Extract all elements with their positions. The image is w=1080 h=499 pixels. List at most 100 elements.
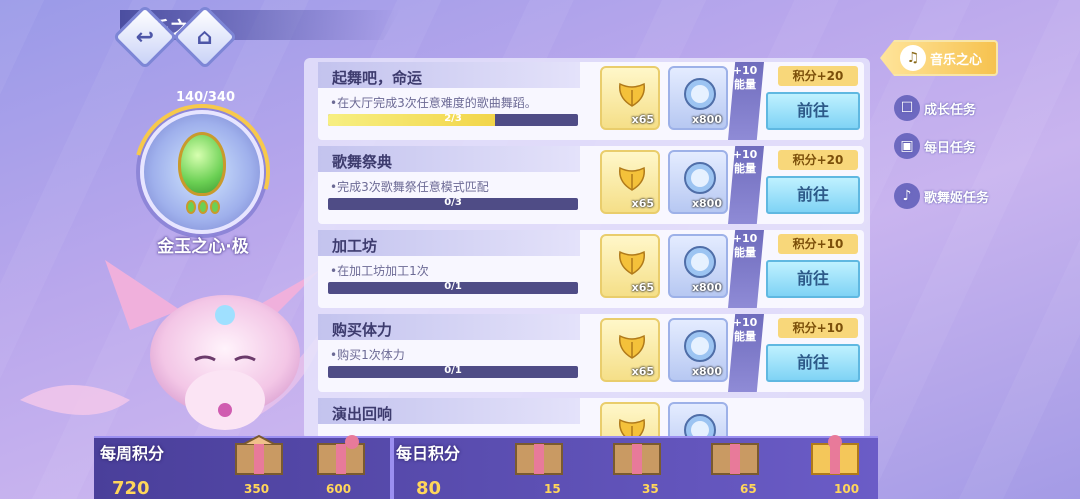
task-progress-label: 0/1	[444, 366, 462, 376]
ginkgo-leaf-icon	[619, 250, 645, 275]
reward-count: x65	[631, 197, 654, 210]
daily-milestone-label: 65	[740, 482, 757, 496]
gift-box-icon[interactable]	[316, 434, 366, 476]
blue-coin-icon	[684, 246, 716, 278]
side-tab-label: 成长任务	[924, 102, 977, 118]
go-button[interactable]: 前往	[766, 260, 860, 298]
side-tab-1[interactable]: ♫ 音乐之心	[880, 40, 998, 76]
task-title: 演出回响	[332, 405, 393, 423]
weekly-milestone-label: 600	[326, 482, 352, 496]
side-tab-label: 歌舞姬任务	[924, 190, 990, 206]
gift-box-icon[interactable]	[612, 434, 662, 476]
task-progress-bar: 0/3	[328, 198, 578, 210]
task-description: •购买1次体力	[330, 348, 405, 362]
reward-count: x65	[631, 113, 654, 126]
side-tab-2[interactable]: ☐ 成长任务	[880, 90, 998, 126]
growth-icon: ☐	[894, 95, 920, 121]
side-tab-4[interactable]: ♪ 歌舞姬任务	[880, 178, 998, 214]
task-title: 加工坊	[332, 237, 378, 255]
ginkgo-leaf-icon	[619, 82, 645, 107]
ginkgo-leaf-icon	[619, 166, 645, 191]
task-header: 歌舞祭典	[318, 146, 580, 172]
task-progress-label: 2/3	[444, 114, 462, 124]
points-badge: 积分+10	[778, 318, 858, 338]
task-title: 购买体力	[332, 321, 393, 339]
reward-ginkgo[interactable]: x65	[600, 318, 660, 382]
daily-score-value: 80	[416, 478, 442, 499]
task-row: 歌舞祭典 •完成3次歌舞祭任意模式匹配 0/3 x65 x800 +10 能量 …	[318, 146, 864, 224]
task-row: 演出回响	[318, 398, 864, 440]
task-description: •在大厅完成3次任意难度的歌曲舞蹈。	[330, 96, 537, 110]
task-description: •完成3次歌舞祭任意模式匹配	[330, 180, 489, 194]
task-progress-bar: 2/3	[328, 114, 578, 126]
gem-icon	[178, 132, 226, 196]
task-row: 加工坊 •在加工坊加工1次 0/1 x65 x800 +10 能量 积分+10 …	[318, 230, 864, 308]
task-header: 购买体力	[318, 314, 580, 340]
go-button[interactable]: 前往	[766, 344, 860, 382]
blue-coin-icon	[684, 78, 716, 110]
reward-count: x65	[631, 365, 654, 378]
score-divider	[390, 438, 394, 499]
daily-milestone-label: 100	[834, 482, 860, 496]
score-bar: 每周积分 720 350 600 每日积分 80 15 35 65 100	[94, 434, 878, 499]
energy-label: +10 能量	[732, 148, 758, 175]
energy-label: +10 能量	[732, 64, 758, 91]
fox-character-image	[20, 260, 328, 430]
gift-box-icon[interactable]	[810, 434, 860, 476]
task-progress-label: 0/1	[444, 282, 462, 292]
points-badge: 积分+20	[778, 150, 858, 170]
daily-icon: ▣	[894, 133, 920, 159]
reward-coin[interactable]: x800	[668, 66, 728, 130]
task-header: 起舞吧，命运	[318, 62, 580, 88]
task-header: 演出回响	[318, 398, 580, 424]
task-title: 歌舞祭典	[332, 153, 393, 171]
blue-coin-icon	[684, 162, 716, 194]
gem-drop-icon	[210, 200, 220, 214]
daily-milestone-label: 35	[642, 482, 659, 496]
task-title: 起舞吧，命运	[332, 69, 423, 87]
reward-ginkgo[interactable]: x65	[600, 150, 660, 214]
gem-drop-icon	[198, 200, 208, 214]
reward-coin[interactable]: x800	[668, 234, 728, 298]
task-list[interactable]: 起舞吧，命运 •在大厅完成3次任意难度的歌曲舞蹈。 2/3 x65 x800 +…	[304, 58, 870, 440]
reward-count: x800	[691, 281, 722, 294]
side-tab-label: 音乐之心	[930, 52, 983, 68]
task-progress-label: 0/3	[444, 198, 462, 208]
energy-label: +10 能量	[732, 316, 758, 343]
daily-score-label: 每日积分	[396, 444, 461, 463]
weekly-milestone-label: 350	[244, 482, 270, 496]
go-button[interactable]: 前往	[766, 176, 860, 214]
task-progress-bar: 0/1	[328, 282, 578, 294]
reward-count: x65	[631, 281, 654, 294]
points-badge: 积分+20	[778, 66, 858, 86]
task-row: 购买体力 •购买1次体力 0/1 x65 x800 +10 能量 积分+10 前…	[318, 314, 864, 392]
go-button[interactable]: 前往	[766, 92, 860, 130]
weekly-score-value: 720	[112, 478, 150, 499]
reward-ginkgo[interactable]: x65	[600, 234, 660, 298]
gift-box-icon[interactable]	[710, 434, 760, 476]
reward-count: x800	[691, 365, 722, 378]
ginkgo-leaf-icon	[619, 334, 645, 359]
blue-coin-icon	[684, 330, 716, 362]
energy-label: +10 能量	[732, 232, 758, 259]
home-icon: ⌂	[197, 24, 213, 50]
reward-coin[interactable]: x800	[668, 150, 728, 214]
dancer-icon: ♪	[894, 183, 920, 209]
music-heart-icon: ♫	[900, 45, 926, 71]
gift-box-icon[interactable]	[514, 434, 564, 476]
task-description: •在加工坊加工1次	[330, 264, 429, 278]
side-tab-label: 每日任务	[924, 140, 977, 156]
daily-milestone-label: 15	[544, 482, 561, 496]
gem-drop-icon	[186, 200, 196, 214]
task-progress-bar: 0/1	[328, 366, 578, 378]
weekly-score-label: 每周积分	[100, 444, 165, 463]
side-tab-3[interactable]: ▣ 每日任务	[880, 128, 998, 164]
reward-ginkgo[interactable]: x65	[600, 66, 660, 130]
reward-count: x800	[691, 197, 722, 210]
task-row: 起舞吧，命运 •在大厅完成3次任意难度的歌曲舞蹈。 2/3 x65 x800 +…	[318, 62, 864, 140]
back-arrow-icon: ↩	[135, 24, 155, 50]
gift-box-icon[interactable]	[234, 434, 284, 476]
reward-coin[interactable]: x800	[668, 318, 728, 382]
points-badge: 积分+10	[778, 234, 858, 254]
task-header: 加工坊	[318, 230, 580, 256]
